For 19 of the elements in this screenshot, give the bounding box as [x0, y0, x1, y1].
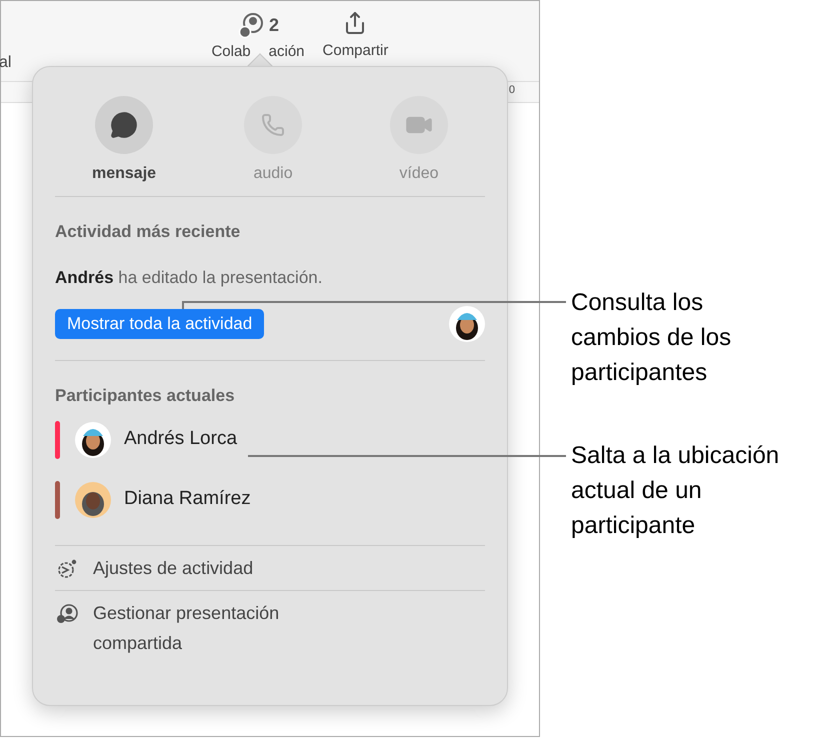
callout-text: Consulta los cambios de los participantes [571, 288, 732, 388]
participant-name: Diana Ramírez [124, 487, 251, 512]
section-title: Participantes actuales [55, 385, 236, 407]
toolbar-label: Colab [211, 43, 251, 61]
call-action-button[interactable]: mensaje [92, 96, 156, 186]
section-title: Actividad más reciente [55, 221, 242, 243]
callout-text: Salta a la ubicación actual de un participante [571, 441, 780, 541]
activity-text: Andrés ha editado la presentación. [55, 266, 324, 288]
participant-name: Andrés Lorca [124, 427, 238, 452]
toolbar-label: al [0, 53, 12, 73]
participant-row[interactable]: Diana Ramírez [55, 480, 485, 518]
menu-item[interactable]: Ajustes de actividad [55, 546, 485, 590]
show-activity-button[interactable]: Mostrar toda la actividad [55, 309, 264, 339]
participant-row[interactable]: Andrés Lorca [55, 420, 485, 458]
share-button[interactable]: Compartir [322, 11, 388, 60]
toolbar-label: ación [268, 43, 305, 61]
collaboration-button[interactable]: 2 [236, 11, 279, 39]
ruler-number: 0 [508, 83, 515, 98]
menu-item[interactable]: Gestionar presentación compartida [55, 590, 485, 664]
